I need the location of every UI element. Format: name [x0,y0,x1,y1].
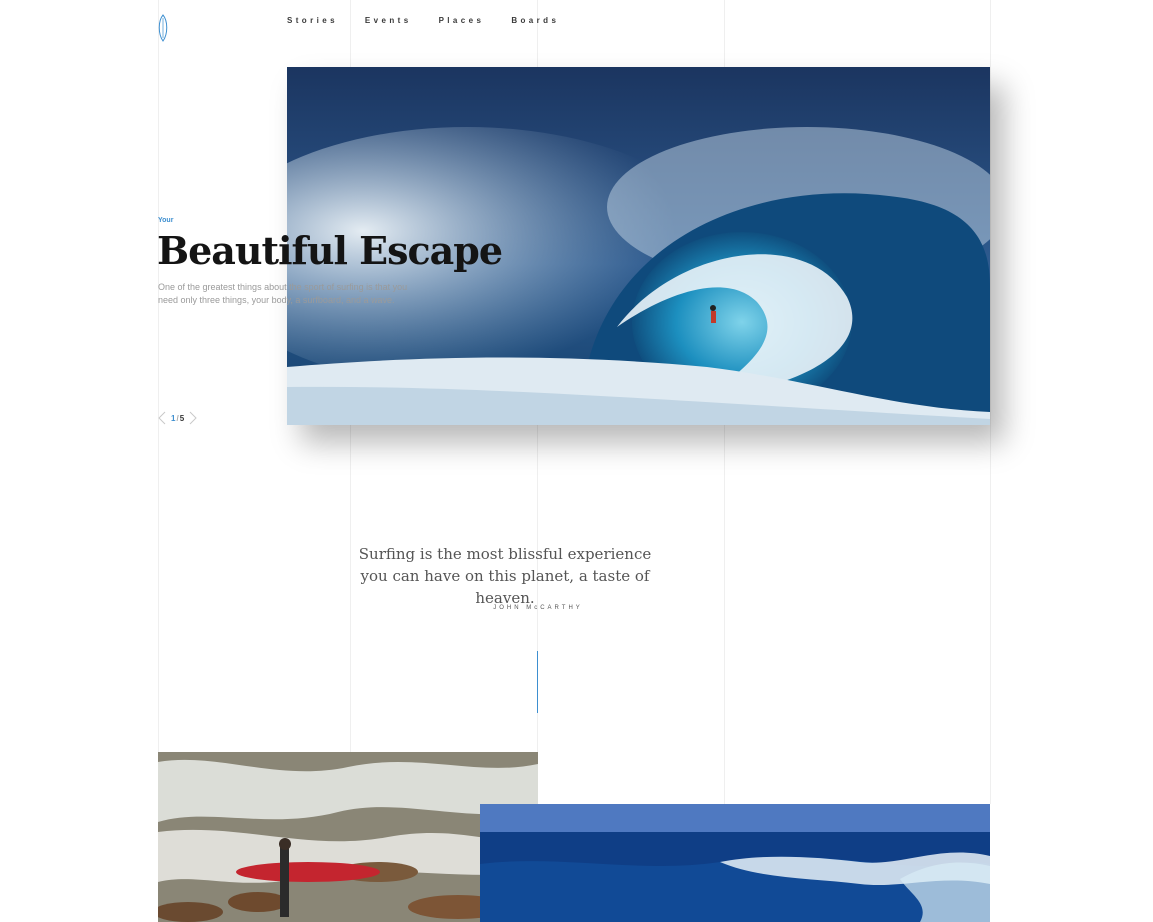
chevron-right-icon[interactable] [188,411,198,425]
pager-current: 1 [171,413,176,423]
grid-line [990,0,991,804]
slider-pager: 1/5 [157,411,198,425]
nav-item-events[interactable]: Events [365,16,412,25]
accent-divider [537,651,538,713]
nav-item-boards[interactable]: Boards [511,16,559,25]
hero-eyebrow: Your [158,217,174,224]
nav-item-stories[interactable]: Stories [287,16,338,25]
nav-item-places[interactable]: Places [439,16,485,25]
quote-text: Surfing is the most blissful experience … [358,545,652,607]
surfboard-logo-icon[interactable] [157,14,169,42]
hero-title: Beautiful Escape [157,228,503,273]
top-nav: Stories Events Places Boards [287,16,586,25]
pager-total: 5 [179,413,185,423]
chevron-left-icon[interactable] [157,411,167,425]
hero-description: One of the greatest things about the spo… [158,282,408,305]
pager-count: 1/5 [171,414,184,423]
pager-separator: / [176,413,179,423]
ocean-wave-image [480,804,990,922]
quote-author: JOHN McCARTHY [493,605,583,611]
